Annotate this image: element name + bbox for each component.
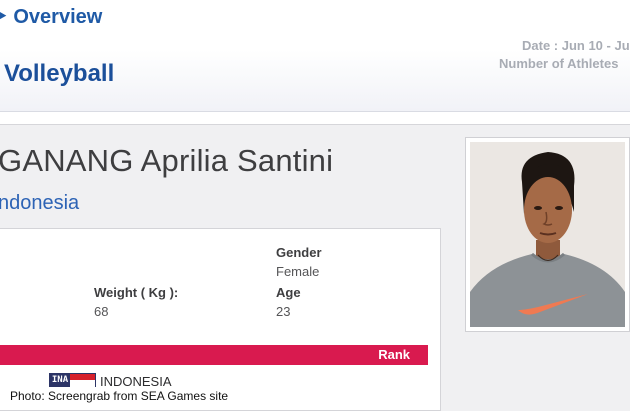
rank-column-header: Rank: [378, 347, 410, 362]
athlete-portrait-icon: [470, 142, 625, 327]
weight-label: Weight ( Kg ):: [94, 285, 179, 300]
age-label: Age: [276, 285, 301, 300]
gender-value: Female: [276, 264, 320, 279]
indonesia-flag-icon: INA: [49, 373, 96, 388]
results-header-bar: Rank: [0, 345, 428, 365]
gender-label: Gender: [276, 245, 322, 260]
flag-code: INA: [50, 374, 70, 387]
sport-title: Volleyball: [4, 60, 115, 87]
age-value: 23: [276, 304, 291, 319]
athlete-photo: [465, 137, 630, 332]
event-date: Date : Jun 10 - Ju: [522, 38, 630, 53]
weight-value: 68: [94, 304, 109, 319]
overview-link[interactable]: ‣ Overview: [0, 4, 102, 29]
athlete-name: GANANG Aprilia Santini: [0, 143, 334, 178]
photo-credit: Photo: Screengrab from SEA Games site: [6, 387, 244, 409]
athlete-count-label: Number of Athletes: [499, 56, 619, 71]
country-link[interactable]: ndonesia: [0, 192, 79, 215]
